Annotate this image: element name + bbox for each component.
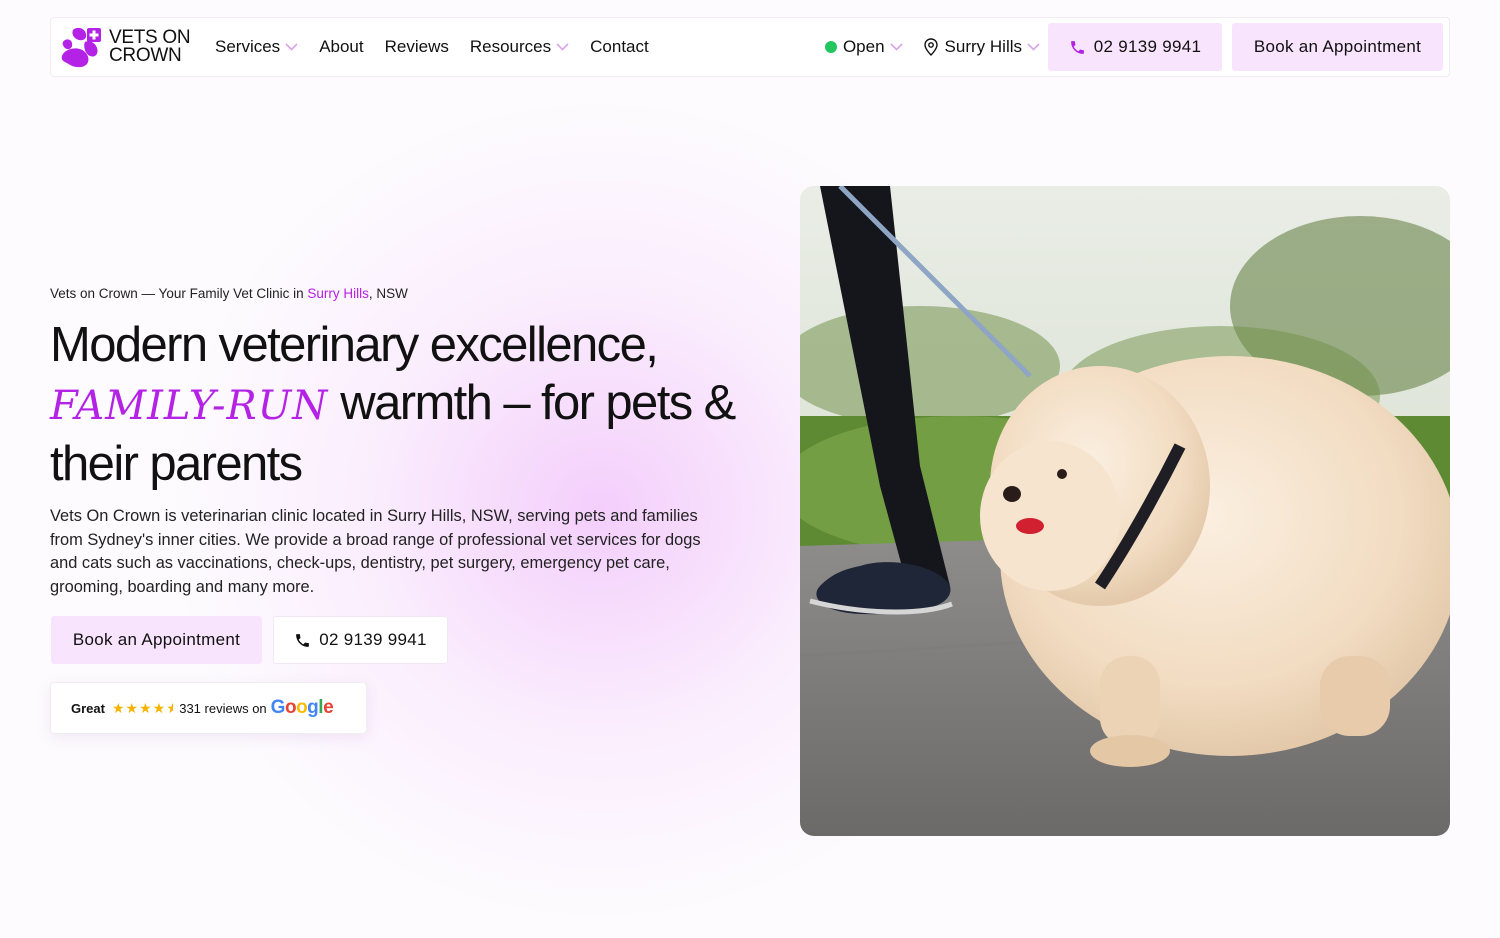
nav-resources[interactable]: Resources	[470, 37, 569, 57]
nav-about-label: About	[319, 37, 364, 56]
star-icon: ★	[139, 699, 152, 716]
nav-services[interactable]: Services	[215, 37, 298, 57]
map-pin-icon	[923, 38, 938, 56]
phone-icon	[296, 633, 310, 647]
top-navigation: VETS ON CROWN Services About Reviews Res…	[50, 17, 1450, 77]
header-phone-button[interactable]: 02 9139 9941	[1048, 23, 1222, 71]
headline-script-accent: family-run	[50, 383, 329, 429]
eyebrow-text: Vets on Crown — Your Family Vet Clinic i…	[50, 286, 308, 301]
hero-book-label: Book an Appointment	[72, 630, 241, 649]
header-actions: Open Surry Hills 02 9139 9941 Book an Ap…	[824, 18, 1449, 76]
nav-resources-label: Resources	[469, 37, 552, 56]
chevron-down-icon	[1027, 43, 1040, 51]
hero-eyebrow: Vets on Crown — Your Family Vet Clinic i…	[50, 286, 408, 301]
half-star-icon: ★	[166, 699, 174, 716]
header-phone-label: 02 9139 9941	[1093, 37, 1202, 56]
nav-about[interactable]: About	[319, 37, 363, 57]
nav-reviews-label: Reviews	[384, 37, 449, 56]
pomeranian-walking-image	[800, 186, 1450, 836]
brand-name: VETS ON CROWN	[109, 27, 191, 66]
eyebrow-location-link[interactable]: Surry Hills	[307, 286, 369, 301]
hero-headline: Modern veterinary excellence, family-run…	[50, 316, 750, 493]
brand-logo[interactable]: VETS ON CROWN	[59, 26, 209, 68]
review-count: 331 reviews on	[179, 700, 267, 716]
opening-status-label: Open	[842, 37, 885, 56]
star-icon: ★	[125, 699, 139, 716]
star-icon: ★	[111, 699, 125, 716]
chevron-down-icon	[556, 43, 569, 51]
hero-book-appointment-button[interactable]: Book an Appointment	[51, 616, 262, 664]
chevron-down-icon	[889, 43, 903, 51]
hero-dog-photo	[800, 186, 1450, 836]
nav-services-label: Services	[215, 37, 281, 56]
review-rating-label: Great	[71, 700, 105, 716]
nav-contact[interactable]: Contact	[590, 37, 649, 57]
nav-contact-label: Contact	[590, 37, 649, 56]
main-menu: Services About Reviews Resources Contact	[215, 37, 670, 57]
review-stars: ★ ★ ★ ★ ★	[112, 700, 174, 717]
header-book-appointment-button[interactable]: Book an Appointment	[1232, 23, 1443, 71]
google-logo: Google	[270, 697, 334, 718]
eyebrow-suffix: , NSW	[368, 286, 408, 301]
open-status-dot-icon	[824, 41, 837, 53]
location-label: Surry Hills	[944, 37, 1022, 56]
paw-cross-logo-icon	[61, 27, 101, 68]
hero-description: Vets On Crown is veterinarian clinic loc…	[50, 507, 701, 596]
headline-line-1: Modern veterinary excellence,	[50, 318, 659, 372]
opening-status-dropdown[interactable]: Open	[824, 37, 903, 57]
chevron-down-icon	[285, 43, 298, 51]
hero-phone-label: 02 9139 9941	[319, 630, 427, 649]
google-reviews-badge[interactable]: Great ★ ★ ★ ★ ★ 331 reviews on Google	[50, 682, 367, 734]
star-icon: ★	[152, 699, 166, 716]
nav-reviews[interactable]: Reviews	[385, 37, 449, 57]
location-dropdown[interactable]: Surry Hills	[923, 37, 1040, 57]
header-book-label: Book an Appointment	[1253, 37, 1422, 56]
hero-phone-button[interactable]: 02 9139 9941	[273, 616, 448, 664]
phone-icon	[1070, 40, 1084, 54]
